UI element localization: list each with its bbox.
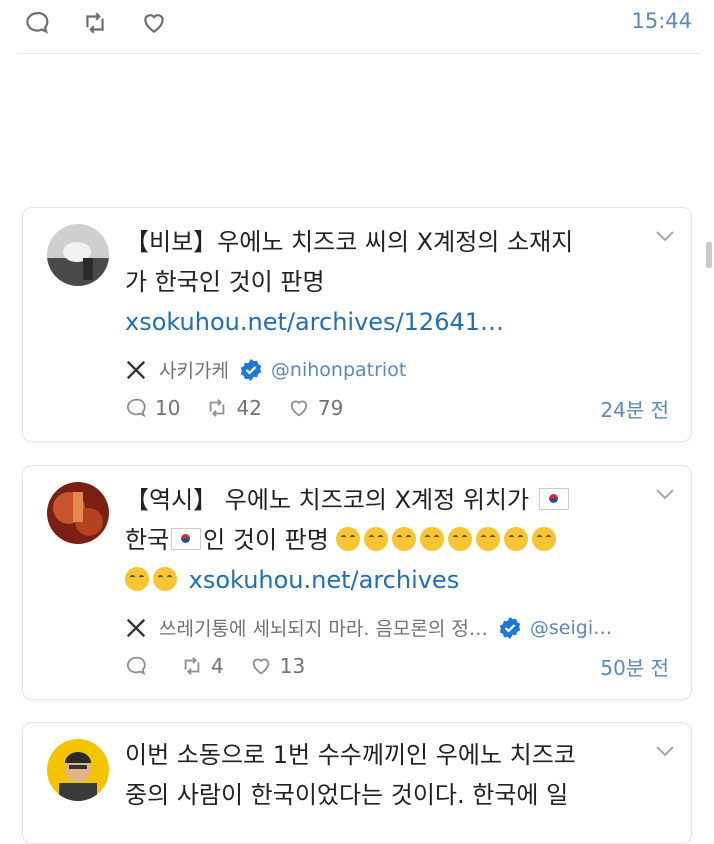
post-card[interactable]: 【비보】우에노 치즈코 씨의 X계정의 소재지 가 한국인 것이 판명 xsok… [22,207,692,442]
repost-stat[interactable]: 4 [181,654,224,678]
repost-icon [184,657,200,675]
like-icon[interactable] [141,10,167,36]
reply-stat[interactable]: 10 [125,396,180,420]
post-card[interactable]: 이번 소동으로 1번 수수께끼인 우에노 치즈코 중의 사람이 한국이었다는 것… [22,722,692,844]
post-text: 이번 소동으로 1번 수수께끼인 우에노 치즈코 중의 사람이 한국이었다는 것… [125,735,649,815]
top-action-bar: 15:44 [0,0,714,46]
hand-over-mouth-emoji [336,527,361,551]
post-link[interactable]: xsokuhou.net/archives [189,566,460,594]
repost-count: 4 [211,654,224,678]
repost-icon [210,399,225,417]
post-text-line: 중의 사람이 한국이었다는 것이다. 한국에 일 [125,781,569,809]
reply-icon [127,656,146,676]
repost-stat[interactable]: 42 [206,396,262,420]
rolling-laughing-emoji [153,567,177,591]
post-link[interactable]: xsokuhou.net/archives/12641… [125,302,649,342]
post-text-line: xsokuhou.net/archives [125,560,649,600]
post-card[interactable]: 【역시】 우에노 치즈코의 X계정 위치가 한국 인 것이 판명 xsokuhou… [22,465,692,700]
rolling-laughing-emoji [504,527,529,551]
x-logo-icon [126,618,146,637]
hand-over-mouth-emoji [420,527,445,551]
repost-count: 42 [236,396,262,420]
post-text-line: 【비보】우에노 치즈코 씨의 X계정의 소재지 [125,228,574,256]
like-icon [252,658,269,675]
hand-over-mouth-emoji [364,527,389,551]
like-stat[interactable]: 13 [250,654,305,678]
source-name: 쓰레기통에 세뇌되지 마라. 음모론의 정… [159,618,488,640]
source-row[interactable]: 쓰레기통에 세뇌되지 마라. 음모론의 정… @seigi… [125,614,669,641]
post-text-line: 한국 인 것이 판명 [125,520,649,560]
avatar[interactable] [47,224,109,286]
post-text-line: 가 한국인 것이 판명 [125,268,325,296]
source-row[interactable]: 사키가케 @nihonpatriot [125,356,669,383]
tears-of-joy-emoji [448,527,473,551]
rolling-laughing-emoji [532,527,557,551]
avatar[interactable] [47,482,109,544]
post-text-line: 이번 소동으로 1번 수수께끼인 우에노 치즈코 [125,741,576,769]
scrollbar-thumb[interactable] [706,242,712,268]
stats-row: 4 13 50분 전 [125,652,669,681]
source-name: 사키가케 [159,360,229,382]
reply-icon[interactable] [24,10,50,36]
divider [18,53,700,54]
avatar[interactable] [47,739,109,801]
reply-stat[interactable] [125,655,155,677]
post-text-segment: 【역시】 우에노 치즈코의 X계정 위치가 [125,486,530,514]
post-text: 【비보】우에노 치즈코 씨의 X계정의 소재지 가 한국인 것이 판명 xsok… [125,222,649,342]
korea-flag-emoji [171,528,202,550]
rolling-laughing-emoji [125,567,149,591]
like-count: 13 [279,654,306,678]
post-text-line: 【역시】 우에노 치즈코의 X계정 위치가 [125,480,649,520]
verified-badge-icon [499,616,521,639]
chevron-down-icon[interactable] [655,743,675,757]
like-stat[interactable]: 79 [288,396,343,420]
verified-badge-icon [240,358,262,381]
timestamp: 15:44 [631,9,692,33]
time-ago[interactable]: 24분 전 [600,394,669,423]
post-text-segment: 인 것이 판명 [203,526,329,554]
repost-icon[interactable] [82,10,108,36]
chevron-down-icon[interactable] [655,228,675,242]
tears-of-joy-emoji [476,527,501,551]
like-count: 79 [317,396,344,420]
reply-icon [127,398,146,418]
source-handle: @nihonpatriot [270,358,407,381]
chevron-down-icon[interactable] [655,486,675,500]
reply-count: 10 [155,396,181,420]
time-ago[interactable]: 50분 전 [600,652,669,681]
like-icon [290,400,308,417]
post-text: 【역시】 우에노 치즈코의 X계정 위치가 한국 인 것이 판명 xsokuhou… [125,480,649,600]
x-logo-icon [126,360,146,379]
hand-over-mouth-emoji [392,527,417,551]
stats-row: 10 42 79 24분 전 [125,394,669,423]
korea-flag-emoji [538,488,569,510]
post-text-segment: 한국 [125,526,170,554]
source-handle: @seigi… [529,616,613,639]
